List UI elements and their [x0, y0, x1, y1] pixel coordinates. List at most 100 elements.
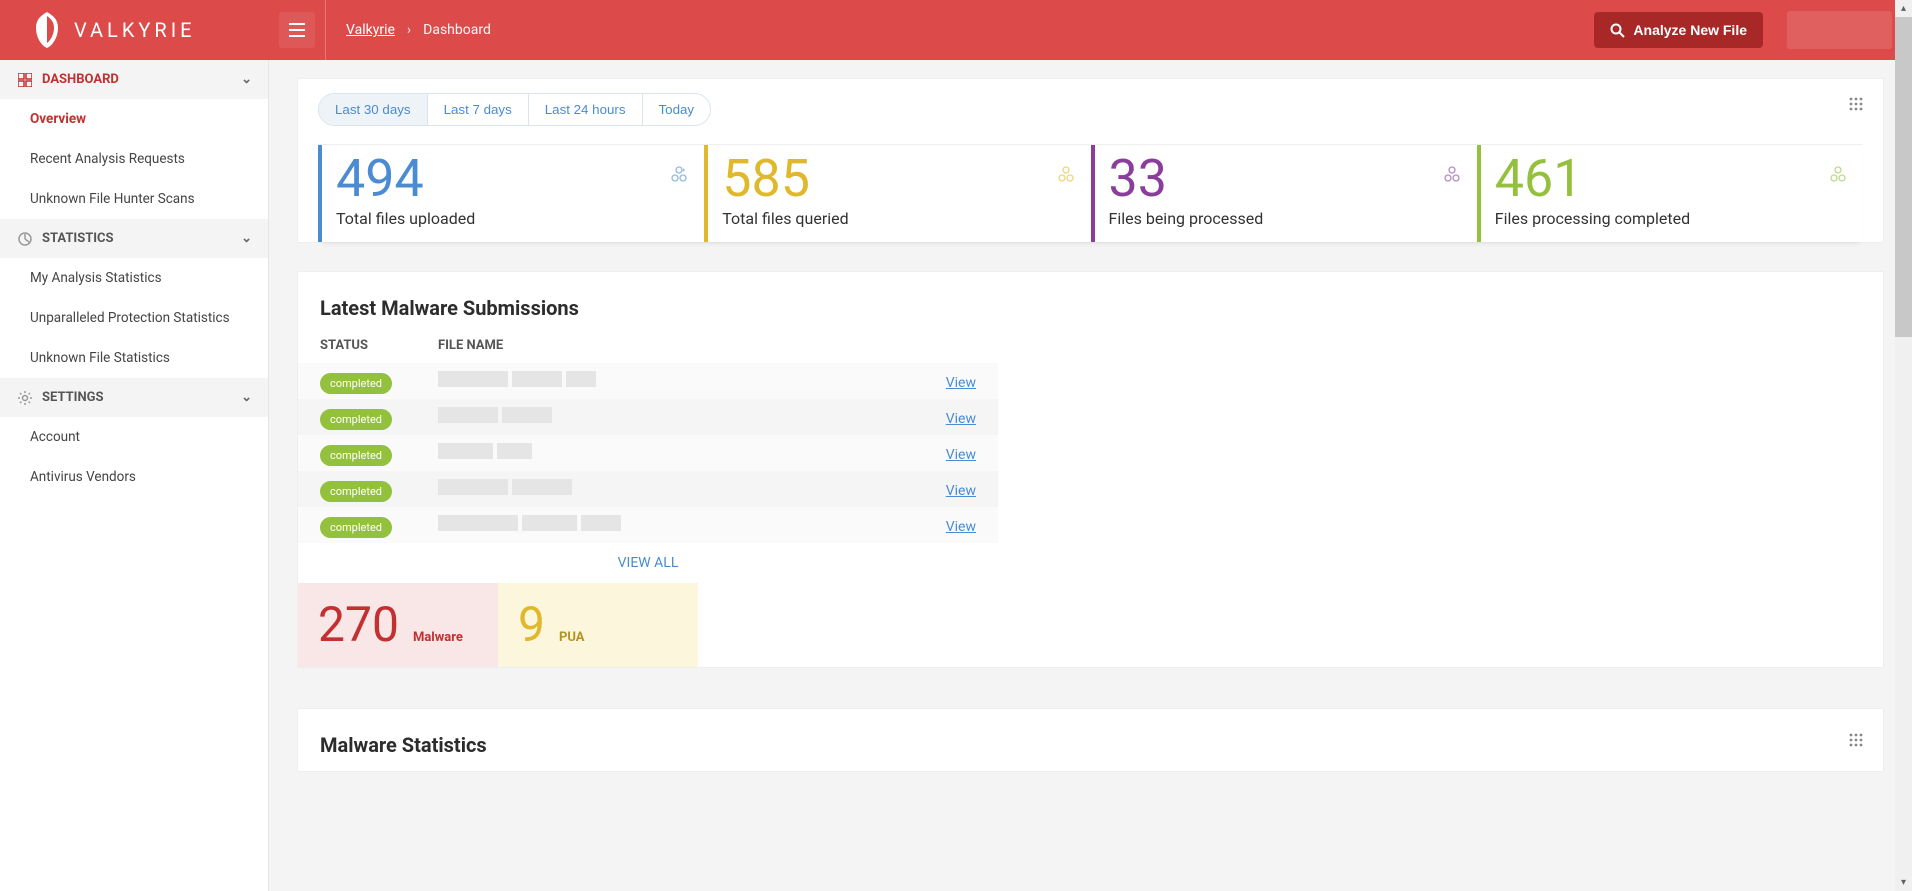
logo-icon — [30, 10, 64, 50]
menu-icon — [289, 23, 305, 37]
card-menu-icon[interactable] — [1849, 733, 1863, 747]
count-pua: 9 PUA — [498, 583, 698, 667]
view-link[interactable]: View — [946, 483, 976, 499]
card-menu-icon[interactable] — [1849, 97, 1863, 111]
stat-value: 461 — [1495, 153, 1845, 205]
status-badge: completed — [320, 373, 392, 394]
sidebar-item-my-analysis-stats[interactable]: My Analysis Statistics — [0, 258, 268, 298]
status-badge: completed — [320, 481, 392, 502]
stat-label: Total files queried — [722, 209, 1072, 228]
status-badge: completed — [320, 445, 392, 466]
scroll-up-icon[interactable]: ▴ — [1895, 0, 1912, 17]
stat-icon — [670, 165, 688, 183]
breadcrumb-current: Dashboard — [423, 22, 491, 38]
count-label: PUA — [559, 630, 585, 645]
view-all-link[interactable]: VIEW ALL — [298, 543, 998, 583]
stat-label: Files being processed — [1109, 209, 1459, 228]
breadcrumb: Valkyrie › Dashboard — [346, 22, 491, 38]
table-row: completed View — [298, 435, 998, 471]
stats-row: 494 Total files uploaded 585 Total files… — [318, 144, 1863, 242]
col-file-header: FILE NAME — [438, 338, 916, 353]
submissions-table: STATUS FILE NAME completed View complete… — [298, 334, 998, 667]
table-row: completed View — [298, 363, 998, 399]
file-name-redacted — [438, 515, 621, 531]
timerange-last7[interactable]: Last 7 days — [428, 94, 529, 125]
count-malware: 270 Malware — [298, 583, 498, 667]
chevron-down-icon: ⌄ — [241, 390, 252, 405]
file-name-redacted — [438, 407, 552, 423]
count-label: Malware — [413, 630, 463, 645]
sidebar-section-statistics[interactable]: STATISTICS ⌄ — [0, 219, 268, 258]
stat-icon — [1829, 165, 1847, 183]
file-name-redacted — [438, 371, 596, 387]
timerange-today[interactable]: Today — [643, 94, 711, 125]
breadcrumb-root-link[interactable]: Valkyrie — [346, 22, 395, 38]
main-content: Last 30 days Last 7 days Last 24 hours T… — [269, 60, 1912, 891]
table-row: completed View — [298, 507, 998, 543]
chevron-right-icon: › — [407, 22, 411, 38]
brand-area: VALKYRIE — [0, 0, 269, 60]
view-link[interactable]: View — [946, 411, 976, 427]
sidebar-item-unknown-file-hunter[interactable]: Unknown File Hunter Scans — [0, 179, 268, 219]
malware-statistics-panel: Malware Statistics — [297, 708, 1884, 772]
table-row: completed View — [298, 399, 998, 435]
gear-icon — [18, 391, 32, 405]
scroll-down-icon[interactable]: ▾ — [1895, 874, 1912, 891]
count-value: 9 — [518, 601, 545, 649]
stat-value: 33 — [1109, 153, 1459, 205]
stat-total-queried: 585 Total files queried — [704, 145, 1090, 242]
status-badge: completed — [320, 409, 392, 430]
header-divider — [325, 0, 326, 60]
latest-submissions-panel: Latest Malware Submissions STATUS FILE N… — [297, 271, 1884, 668]
sidebar-item-recent-analysis[interactable]: Recent Analysis Requests — [0, 139, 268, 179]
brand-name: VALKYRIE — [74, 18, 196, 42]
timerange-last30[interactable]: Last 30 days — [319, 94, 428, 125]
top-bar: VALKYRIE Valkyrie › Dashboard Analyze Ne… — [0, 0, 1912, 60]
stat-total-uploaded: 494 Total files uploaded — [318, 145, 704, 242]
sidebar-item-unparalleled-protection[interactable]: Unparalleled Protection Statistics — [0, 298, 268, 338]
sidebar-section-label: STATISTICS — [42, 231, 114, 246]
chevron-down-icon: ⌄ — [241, 231, 252, 246]
chevron-down-icon: ⌄ — [241, 72, 252, 87]
menu-toggle-button[interactable] — [279, 12, 315, 48]
stat-icon — [1443, 165, 1461, 183]
table-header: STATUS FILE NAME — [298, 334, 998, 363]
stat-label: Files processing completed — [1495, 209, 1845, 228]
view-link[interactable]: View — [946, 375, 976, 391]
stat-icon — [1057, 165, 1075, 183]
sidebar-section-settings[interactable]: SETTINGS ⌄ — [0, 378, 268, 417]
stat-value: 494 — [336, 153, 686, 205]
sidebar-item-overview[interactable]: Overview — [0, 99, 268, 139]
analyze-new-file-button[interactable]: Analyze New File — [1594, 12, 1763, 48]
overview-card: Last 30 days Last 7 days Last 24 hours T… — [297, 78, 1884, 243]
sidebar-section-label: DASHBOARD — [42, 72, 119, 87]
col-status-header: STATUS — [320, 338, 438, 353]
dashboard-icon — [18, 73, 32, 87]
analyze-button-label: Analyze New File — [1633, 22, 1747, 38]
table-row: completed View — [298, 471, 998, 507]
user-menu[interactable] — [1787, 11, 1892, 49]
view-link[interactable]: View — [946, 519, 976, 535]
window-scrollbar[interactable]: ▴ ▾ — [1895, 0, 1912, 891]
scroll-thumb[interactable] — [1895, 17, 1912, 337]
statistics-icon — [18, 232, 32, 246]
stat-being-processed: 33 Files being processed — [1091, 145, 1477, 242]
view-link[interactable]: View — [946, 447, 976, 463]
file-name-redacted — [438, 443, 532, 459]
timerange-last24[interactable]: Last 24 hours — [529, 94, 643, 125]
file-name-redacted — [438, 479, 572, 495]
sidebar-item-antivirus-vendors[interactable]: Antivirus Vendors — [0, 457, 268, 497]
stat-value: 585 — [722, 153, 1072, 205]
panel-title: Latest Malware Submissions — [298, 272, 1883, 334]
sidebar-section-dashboard[interactable]: DASHBOARD ⌄ — [0, 60, 268, 99]
sidebar-item-unknown-file-stats[interactable]: Unknown File Statistics — [0, 338, 268, 378]
panel-title: Malware Statistics — [298, 709, 1883, 771]
sidebar-item-account[interactable]: Account — [0, 417, 268, 457]
sidebar-section-label: SETTINGS — [42, 390, 104, 405]
count-value: 270 — [318, 601, 399, 649]
search-icon — [1610, 23, 1625, 38]
stat-label: Total files uploaded — [336, 209, 686, 228]
stat-processing-completed: 461 Files processing completed — [1477, 145, 1863, 242]
sidebar: DASHBOARD ⌄ Overview Recent Analysis Req… — [0, 60, 269, 891]
timerange-segmented: Last 30 days Last 7 days Last 24 hours T… — [318, 93, 711, 126]
